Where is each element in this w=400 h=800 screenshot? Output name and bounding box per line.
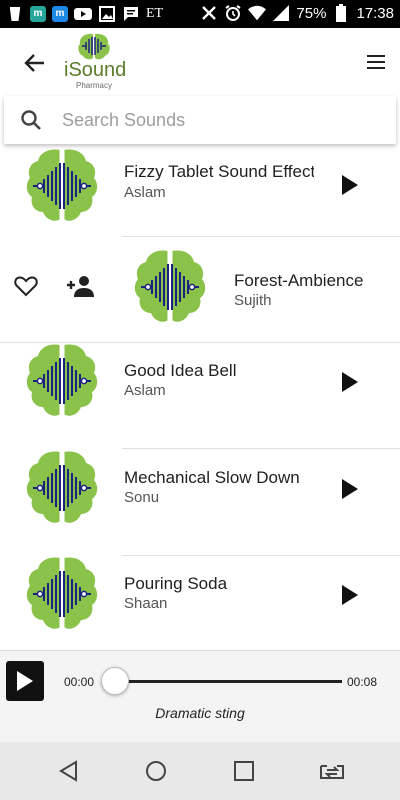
sound-author: Sujith (234, 292, 272, 309)
sound-title: Good Idea Bell (124, 361, 237, 380)
play-icon (342, 175, 358, 195)
mute-icon (200, 4, 218, 22)
sound-row[interactable]: Forest-Ambience Sujith (0, 237, 400, 343)
system-nav-bar (0, 742, 400, 800)
app-logo: iSound Pharmacy (64, 32, 127, 92)
notification-icons: m m ET (6, 5, 163, 23)
screen-share-icon (320, 765, 344, 779)
sound-row[interactable]: Mechanical Slow Down Sonu (0, 450, 400, 556)
app-bar: iSound Pharmacy (0, 28, 400, 96)
seek-slider[interactable] (100, 667, 342, 695)
battery-percent: 75% (296, 4, 327, 22)
sounds-list[interactable]: Fizzy Tablet Sound Effect Aslam Forest-Am… (0, 148, 400, 650)
play-icon (342, 372, 358, 392)
clock: 17:38 (356, 4, 394, 22)
status-bar: m m ET 75% 17:38 (0, 0, 400, 28)
sound-title: Forest-Ambience (234, 271, 364, 290)
nav-screen-share-button[interactable] (318, 758, 344, 784)
search-icon[interactable] (20, 109, 42, 131)
alarm-icon (224, 4, 242, 22)
play-icon (342, 585, 358, 605)
sound-title: Mechanical Slow Down (124, 468, 300, 487)
row-play-button[interactable] (340, 584, 360, 606)
player-play-button[interactable] (6, 661, 44, 701)
menu-button[interactable] (364, 50, 388, 74)
row-actions (0, 237, 110, 343)
nav-recents-button[interactable] (231, 758, 257, 784)
back-triangle-icon (59, 760, 77, 782)
signal-icon (272, 4, 290, 22)
add-person-icon[interactable] (66, 273, 96, 299)
battery-icon (332, 4, 350, 22)
brain-logo-icon (78, 33, 110, 60)
seek-thumb[interactable] (101, 667, 129, 695)
sound-title: Fizzy Tablet Sound Effect (124, 162, 314, 181)
brain-waveform-icon (134, 250, 206, 322)
system-icons: 75% 17:38 (200, 4, 394, 22)
current-time: 00:00 (64, 675, 95, 689)
sound-row[interactable]: Good Idea Bell Aslam (0, 343, 400, 449)
hamburger-menu-icon (367, 55, 385, 69)
play-icon (342, 479, 358, 499)
sound-row[interactable]: Fizzy Tablet Sound Effect Aslam (0, 148, 400, 237)
wifi-icon (248, 4, 267, 22)
sound-card[interactable]: Forest-Ambience Sujith (110, 237, 400, 343)
sound-author: Aslam (124, 184, 166, 201)
logo-name: iSound (64, 59, 127, 81)
gallery-icon (98, 5, 116, 23)
arrow-back-icon (24, 54, 44, 72)
message-icon (122, 5, 140, 23)
total-time: 00:08 (347, 675, 378, 689)
nav-home-button[interactable] (143, 758, 169, 784)
logo-subtitle: Pharmacy (75, 81, 112, 90)
search-bar (4, 96, 396, 144)
now-playing-title: Dramatic sting (155, 705, 245, 721)
app-badge-2: m (52, 6, 68, 22)
youtube-icon (74, 5, 92, 23)
home-circle-icon (146, 761, 166, 781)
sound-author: Sonu (124, 489, 160, 506)
carrier-text: ET (146, 6, 164, 21)
audio-player: 00:00 00:08 Dramatic sting (0, 650, 400, 742)
brain-waveform-icon (26, 451, 98, 523)
recents-square-icon (234, 761, 254, 781)
row-play-button[interactable] (340, 174, 360, 196)
drink-cup-icon (6, 5, 24, 23)
brain-waveform-icon (26, 557, 98, 629)
search-input[interactable] (62, 104, 382, 136)
row-divider (122, 448, 400, 449)
nav-back-button[interactable] (56, 758, 82, 784)
row-play-button[interactable] (340, 478, 360, 500)
row-play-button[interactable] (340, 371, 360, 393)
sound-row[interactable]: Pouring Soda Shaan (0, 556, 400, 650)
sound-author: Shaan (124, 595, 168, 612)
seek-track (116, 680, 342, 683)
play-icon (17, 671, 33, 691)
sound-author: Aslam (124, 382, 166, 399)
app-badge-1: m (30, 6, 46, 22)
sound-title: Pouring Soda (124, 574, 228, 593)
favorite-icon[interactable] (14, 275, 38, 297)
brain-waveform-icon (26, 149, 98, 221)
back-button[interactable] (22, 50, 48, 76)
brain-waveform-icon (26, 344, 98, 416)
